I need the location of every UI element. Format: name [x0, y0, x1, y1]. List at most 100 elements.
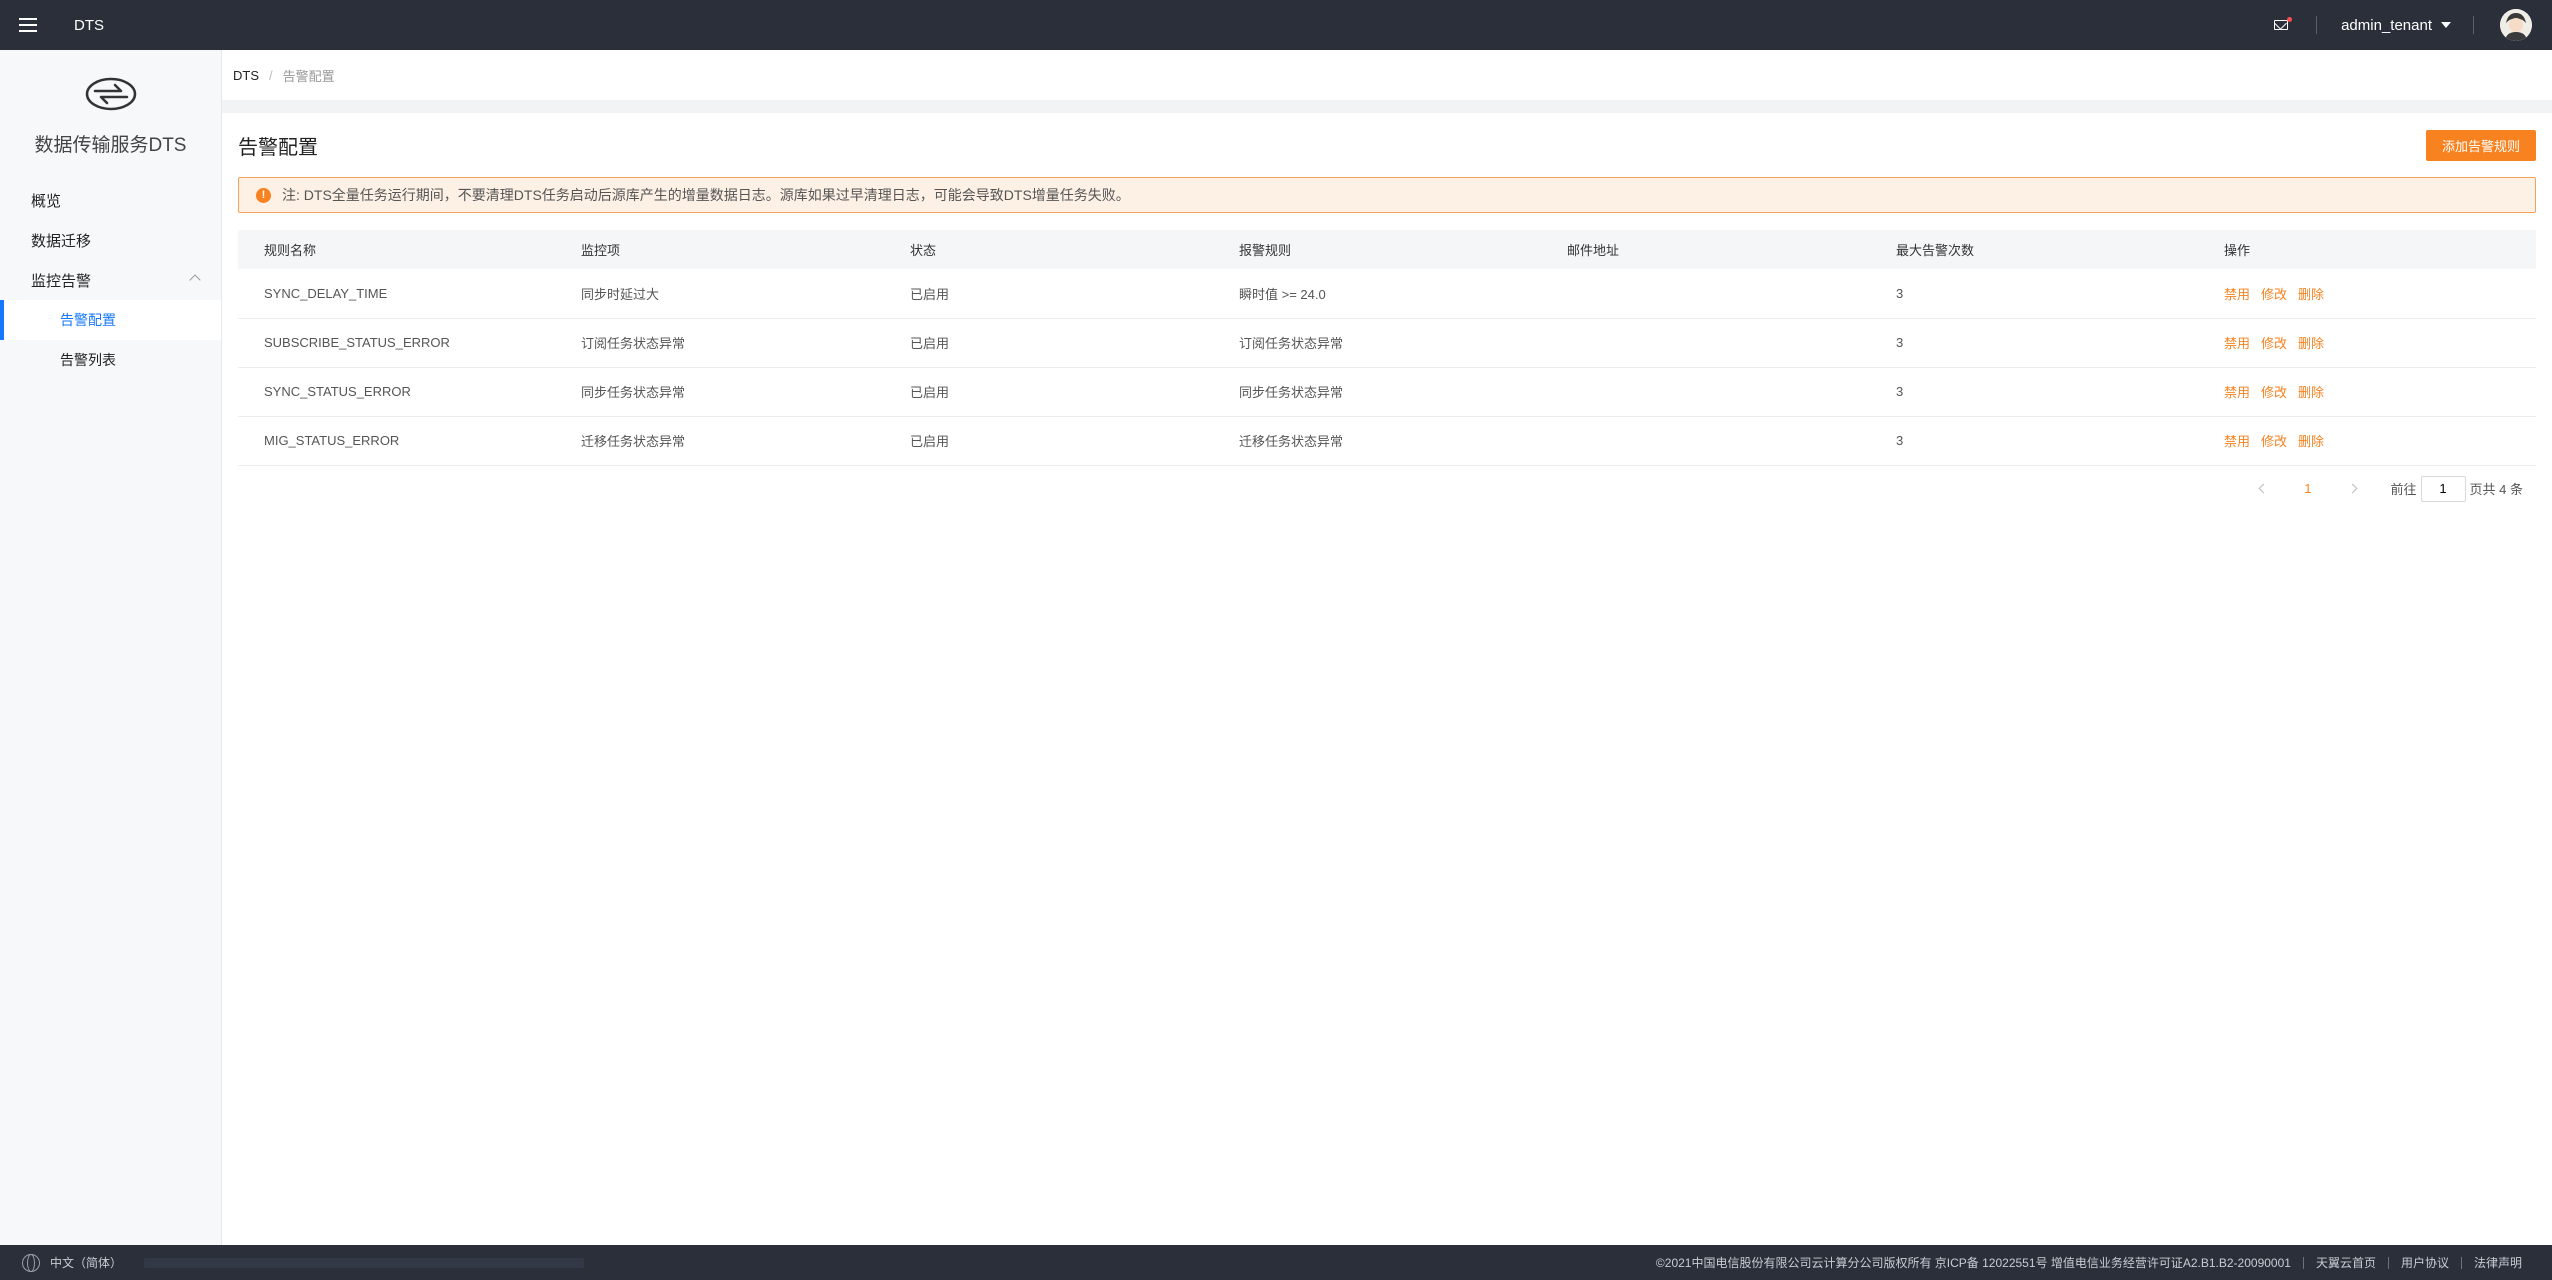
column-header-alarm-rule: 报警规则: [1213, 230, 1541, 269]
alert-rules-table: 规则名称 监控项 状态 报警规则 邮件地址 最大告警次数 操作 SYNC_DEL…: [238, 230, 2536, 466]
sidebar: 数据传输服务DTS 概览 数据迁移 监控告警 告警配置 告警列表: [0, 50, 222, 1245]
cell-alarm-rule: 瞬时值 >= 24.0: [1213, 269, 1541, 319]
cell-status: 已启用: [884, 367, 1213, 417]
sidebar-item-overview[interactable]: 概览: [0, 180, 221, 220]
column-header-status: 状态: [884, 230, 1213, 269]
cell-rule-name: SUBSCRIBE_STATUS_ERROR: [238, 318, 555, 368]
language-selector[interactable]: 中文（简体）: [22, 1253, 123, 1272]
edit-link[interactable]: 修改: [2261, 287, 2287, 302]
table-row: SYNC_DELAY_TIME 同步时延过大 已启用 瞬时值 >= 24.0 3…: [238, 269, 2536, 319]
top-bar: DTS admin_tenant: [0, 0, 2552, 50]
cell-max-alerts: 3: [1870, 416, 2198, 466]
cell-actions: 禁用 修改 删除: [2198, 269, 2536, 319]
sidebar-item-label: 告警列表: [60, 352, 116, 368]
cell-status: 已启用: [884, 416, 1213, 466]
cell-monitor-item: 订阅任务状态异常: [555, 318, 884, 368]
column-header-monitor-item: 监控项: [555, 230, 884, 269]
brand: 数据传输服务DTS: [0, 50, 221, 180]
menu-toggle-button[interactable]: [0, 0, 56, 50]
notice-text: 注: DTS全量任务运行期间，不要清理DTS任务启动后源库产生的增量数据日志。源…: [282, 187, 1130, 203]
disable-link[interactable]: 禁用: [2224, 385, 2250, 400]
edit-link[interactable]: 修改: [2261, 385, 2287, 400]
disable-link[interactable]: 禁用: [2224, 434, 2250, 449]
copyright-text: ©2021中国电信股份有限公司云计算分公司版权所有 京ICP备 12022551…: [1655, 1256, 2291, 1270]
table-row: SUBSCRIBE_STATUS_ERROR 订阅任务状态异常 已启用 订阅任务…: [238, 318, 2536, 368]
page-number[interactable]: 1: [2304, 481, 2311, 496]
sidebar-item-label: 监控告警: [31, 272, 92, 290]
edit-link[interactable]: 修改: [2261, 336, 2287, 351]
chevron-left-icon[interactable]: [2258, 483, 2269, 494]
column-header-email: 邮件地址: [1541, 230, 1870, 269]
chevron-right-icon[interactable]: [2347, 483, 2357, 494]
column-header-actions: 操作: [2198, 230, 2536, 269]
disable-link[interactable]: 禁用: [2224, 287, 2250, 302]
cell-email: [1541, 416, 1870, 466]
language-label: 中文（简体）: [50, 1256, 123, 1270]
hamburger-icon: [19, 18, 37, 32]
divider: [2302, 1256, 2304, 1269]
cell-max-alerts: 3: [1870, 367, 2198, 417]
footer-link-user-agreement[interactable]: 用户协议: [2401, 1254, 2449, 1271]
cell-email: [1541, 318, 1870, 368]
footer-link-home[interactable]: 天翼云首页: [2316, 1254, 2376, 1271]
cell-monitor-item: 同步时延过大: [555, 269, 884, 319]
breadcrumb-separator: /: [269, 67, 273, 83]
footer-link-legal[interactable]: 法律声明: [2474, 1254, 2522, 1271]
caret-down-icon: [2441, 22, 2451, 28]
chevron-up-icon: [189, 274, 201, 286]
breadcrumb-root-link[interactable]: DTS: [233, 68, 259, 83]
cell-status: 已启用: [884, 269, 1213, 319]
delete-link[interactable]: 删除: [2298, 287, 2324, 302]
add-alert-rule-button[interactable]: 添加告警规则: [2425, 129, 2536, 161]
goto-label: 前往: [2390, 482, 2417, 497]
notification-dot: [2287, 17, 2293, 22]
table-row: MIG_STATUS_ERROR 迁移任务状态异常 已启用 迁移任务状态异常 3…: [238, 416, 2536, 466]
table-header-row: 规则名称 监控项 状态 报警规则 邮件地址 最大告警次数 操作: [238, 230, 2536, 269]
cell-max-alerts: 3: [1870, 269, 2198, 319]
sidebar-item-data-migration[interactable]: 数据迁移: [0, 220, 221, 260]
delete-link[interactable]: 删除: [2298, 434, 2324, 449]
cell-monitor-item: 同步任务状态异常: [555, 367, 884, 417]
sidebar-item-label: 概览: [31, 192, 62, 210]
cell-max-alerts: 3: [1870, 318, 2198, 368]
goto-page-input[interactable]: [2420, 475, 2466, 502]
column-header-max-alerts: 最大告警次数: [1870, 230, 2198, 269]
cell-rule-name: SYNC_DELAY_TIME: [238, 269, 555, 319]
cell-actions: 禁用 修改 删除: [2198, 367, 2536, 417]
footer-scroll-track: [144, 1257, 585, 1268]
cell-monitor-item: 迁移任务状态异常: [555, 416, 884, 466]
cell-rule-name: MIG_STATUS_ERROR: [238, 416, 555, 466]
cell-actions: 禁用 修改 删除: [2198, 416, 2536, 466]
user-avatar-icon: [2500, 9, 2532, 41]
globe-icon: [22, 1253, 40, 1272]
sidebar-item-label: 告警配置: [60, 312, 116, 328]
breadcrumb: DTS / 告警配置: [222, 50, 2552, 100]
delete-link[interactable]: 删除: [2298, 385, 2324, 400]
mail-icon[interactable]: [2274, 17, 2294, 32]
cell-alarm-rule: 同步任务状态异常: [1213, 367, 1541, 417]
warning-icon: !: [256, 187, 271, 203]
sidebar-item-label: 数据迁移: [31, 232, 92, 250]
breadcrumb-current: 告警配置: [282, 68, 335, 84]
cell-alarm-rule: 订阅任务状态异常: [1213, 318, 1541, 368]
cell-email: [1541, 367, 1870, 417]
total-count: 页共 4 条: [2469, 482, 2523, 497]
edit-link[interactable]: 修改: [2261, 434, 2287, 449]
cell-status: 已启用: [884, 318, 1213, 368]
sidebar-item-alert-list[interactable]: 告警列表: [0, 340, 221, 380]
sidebar-item-alert-config[interactable]: 告警配置: [0, 300, 221, 340]
cell-actions: 禁用 修改 删除: [2198, 318, 2536, 368]
avatar[interactable]: [2500, 9, 2532, 41]
cell-rule-name: SYNC_STATUS_ERROR: [238, 367, 555, 417]
cell-alarm-rule: 迁移任务状态异常: [1213, 416, 1541, 466]
pagination: 1 前往 页共 4 条: [238, 466, 2536, 512]
dts-logo-icon: [85, 77, 136, 110]
disable-link[interactable]: 禁用: [2224, 336, 2250, 351]
username: admin_tenant: [2341, 16, 2432, 34]
brand-name: 数据传输服务DTS: [34, 134, 187, 156]
delete-link[interactable]: 删除: [2298, 336, 2324, 351]
sidebar-item-monitoring-alerts[interactable]: 监控告警: [0, 260, 221, 300]
user-menu[interactable]: admin_tenant: [2341, 17, 2451, 34]
app-title: DTS: [74, 16, 104, 34]
divider: [2387, 1256, 2389, 1269]
